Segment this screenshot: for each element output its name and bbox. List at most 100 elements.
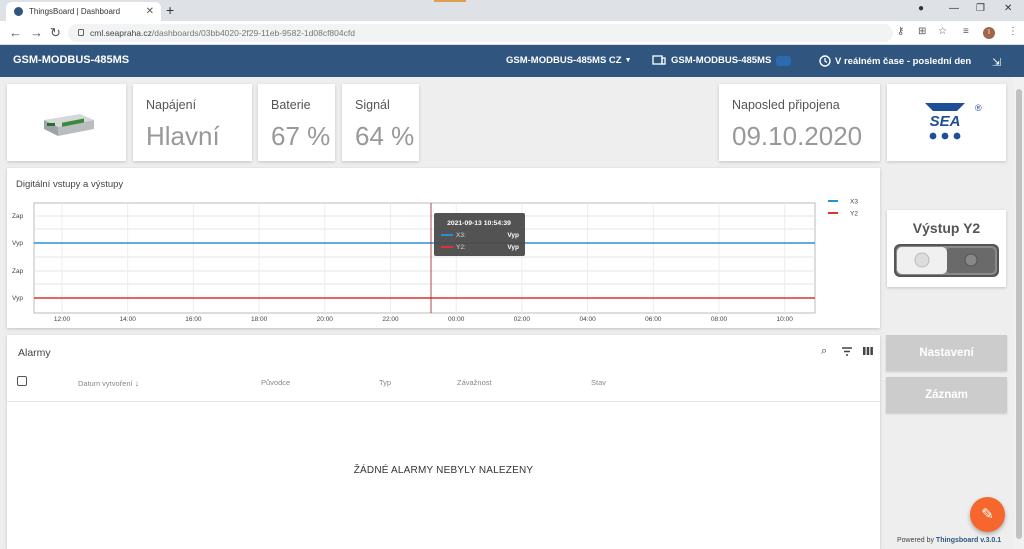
tooltip-series-name: X3: (456, 232, 466, 239)
x-tick-label: 06:00 (645, 316, 662, 323)
new-tab-icon[interactable]: + (166, 2, 174, 18)
settings-button[interactable]: Nastavení (886, 335, 1007, 371)
scrollbar-thumb[interactable] (1016, 89, 1022, 539)
chat-icon (776, 55, 792, 66)
playlist-icon[interactable]: ≡ (963, 26, 969, 37)
output-toggle[interactable] (893, 243, 1000, 279)
column-header-type[interactable]: Typ (379, 378, 391, 387)
kpi-value: Hlavní (146, 121, 220, 151)
io-chart-card: Digitální vstupy a výstupy 12:00 14:00 16:… (7, 168, 880, 328)
url-path: /dashboards/03bb4020-2f29-11eb-9582-1d08… (151, 28, 355, 38)
chart-tooltip: 2021-09-13 10:54:39 X3: Vyp Y2: Vyp (434, 213, 525, 256)
alarms-card: Alarmy ⌕ Datum vytvoření ↓ Původce Typ Z… (7, 335, 880, 549)
x-tick-label: 04:00 (579, 316, 596, 323)
clock-icon (819, 55, 831, 67)
lock-icon (78, 29, 84, 36)
thingsboard-link[interactable]: Thingsboard v.3.0.1 (936, 537, 1001, 544)
switch-card: Výstup Y2 (887, 210, 1006, 287)
sort-arrow-icon: ↓ (134, 378, 140, 388)
browser-tab-strip: ThingsBoard | Dashboard ✕ + ● — ❐ ✕ (0, 0, 1024, 21)
device-state-icon (652, 55, 666, 65)
pencil-icon: ✎ (981, 506, 994, 523)
reload-icon[interactable]: ↻ (50, 25, 61, 41)
column-header-created[interactable]: Datum vytvoření ↓ (78, 378, 139, 388)
translate-icon[interactable]: ⊞ (918, 26, 926, 37)
kpi-card-battery: Baterie 67 % (258, 84, 335, 161)
switch-title: Výstup Y2 (912, 220, 981, 236)
star-icon[interactable]: ☆ (938, 26, 947, 37)
column-header-status[interactable]: Stav (591, 378, 606, 387)
x-tick-label: 22:00 (382, 316, 399, 323)
y-tick-label: Zap (12, 213, 24, 220)
page-scrollbar[interactable] (1014, 77, 1024, 549)
x-tick-label: 02:00 (514, 316, 531, 323)
back-icon[interactable]: ← (9, 25, 22, 40)
key-icon[interactable]: ⚷ (897, 26, 904, 37)
last-connected-card: Naposled připojena 09.10.2020 (719, 84, 880, 161)
tab-indicator (434, 0, 466, 2)
x-tick-label: 08:00 (711, 316, 728, 323)
minimize-icon[interactable]: — (949, 3, 959, 14)
x-tick-label: 18:00 (251, 316, 268, 323)
kpi-card-power: Napájení Hlavní (133, 84, 252, 161)
media-icon[interactable]: ● (918, 3, 924, 14)
dashboard-header: GSM-MODBUS-485MS GSM-MODBUS-485MS CZ ▼ G… (0, 45, 1024, 77)
tab-title: ThingsBoard | Dashboard (29, 7, 121, 16)
tooltip-value: Vyp (507, 232, 519, 239)
x-tick-label: 16:00 (185, 316, 202, 323)
forward-icon[interactable]: → (30, 25, 43, 40)
kpi-value: 67 % (271, 121, 331, 151)
y-tick-label: Vyp (12, 240, 23, 247)
columns-icon[interactable] (863, 347, 873, 356)
dropdown-arrow-icon: ▼ (624, 57, 632, 64)
entity-state-label: GSM-MODBUS-485MS (671, 55, 772, 66)
close-window-icon[interactable]: ✕ (1004, 3, 1012, 14)
menu-icon[interactable]: ⋮ (1008, 26, 1018, 37)
tooltip-time: 2021-09-13 10:54:39 (447, 220, 511, 227)
timewindow-button[interactable]: V reálném čase - poslední den (819, 55, 971, 67)
entity-select[interactable]: GSM-MODBUS-485MS CZ ▼ (506, 55, 632, 66)
last-connected-value: 09.10.2020 (732, 121, 863, 151)
powered-by-footer: Powered by Thingsboard v.3.0.1 (897, 537, 1002, 544)
fullscreen-exit-icon[interactable]: ⇲ (992, 56, 1001, 69)
restore-icon[interactable]: ❐ (976, 3, 985, 14)
tooltip-series-name: Y2: (456, 244, 466, 251)
record-button[interactable]: Záznam (886, 377, 1007, 413)
io-chart[interactable]: 12:00 14:00 16:00 18:00 20:00 22:00 00:00 02:00… (7, 168, 880, 328)
kpi-label: Napájení (146, 98, 197, 112)
search-icon[interactable]: ⌕ (821, 345, 827, 358)
kpi-label: Baterie (271, 98, 311, 112)
column-header-severity[interactable]: Závažnost (457, 378, 492, 387)
thingsboard-favicon-icon (14, 7, 23, 16)
alarms-title: Alarmy (18, 347, 51, 359)
x-tick-label: 14:00 (120, 316, 137, 323)
browser-tab[interactable]: ThingsBoard | Dashboard ✕ (6, 2, 161, 21)
entity-select-label: GSM-MODBUS-485MS CZ (506, 55, 622, 66)
select-all-checkbox[interactable] (17, 376, 27, 386)
address-bar-row: ← → ↻ cml.seapraha.cz/dashboards/03bb402… (0, 21, 1024, 45)
column-header-originator[interactable]: Původce (261, 378, 290, 387)
x-tick-label: 10:00 (777, 316, 794, 323)
last-connected-label: Naposled připojena (732, 98, 840, 112)
y-tick-label: Vyp (12, 295, 23, 302)
logo-card: SEA ® (887, 84, 1006, 161)
edit-fab-button[interactable]: ✎ (970, 497, 1005, 532)
svg-text:SEA: SEA (930, 113, 961, 130)
device-image-card (7, 84, 126, 161)
kpi-value: 64 % (355, 121, 415, 151)
url-host: cml.seapraha.cz (90, 28, 152, 38)
close-tab-icon[interactable]: ✕ (146, 6, 154, 17)
plot-area (33, 202, 816, 314)
kpi-card-signal: Signál 64 % (342, 84, 419, 161)
header-divider (7, 401, 880, 402)
dashboard-title: GSM-MODBUS-485MS (13, 54, 130, 66)
filter-icon[interactable] (842, 347, 852, 356)
legend-label: Y2 (850, 211, 858, 218)
timewindow-label: V reálném čase - poslední den (835, 55, 972, 67)
x-tick-label: 12:00 (54, 316, 71, 323)
legend-label: X3 (850, 199, 858, 206)
profile-avatar[interactable]: I (983, 27, 995, 39)
url-input[interactable]: cml.seapraha.cz/dashboards/03bb4020-2f29… (68, 24, 893, 42)
device-image (44, 114, 94, 136)
entity-state[interactable]: GSM-MODBUS-485MS (652, 55, 792, 66)
